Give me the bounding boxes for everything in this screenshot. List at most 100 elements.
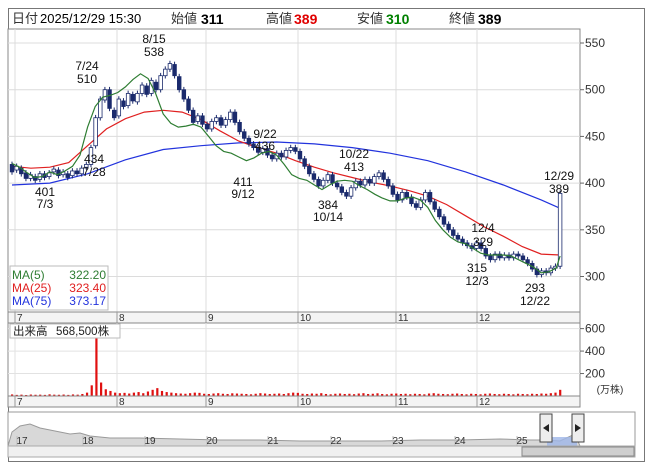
candle-body [330, 174, 335, 184]
candle-body [116, 98, 122, 117]
volume-bar [90, 385, 93, 396]
annotation-label: 12/4 [471, 221, 495, 235]
candle-body [321, 179, 326, 187]
volume-bar [156, 388, 159, 396]
candle-body [172, 64, 177, 77]
annotation-label: 12/29 [544, 169, 574, 183]
candle-body [432, 201, 437, 210]
volume-title: 出来高 [13, 324, 48, 338]
candle-body [167, 63, 173, 70]
candle-body [232, 111, 238, 123]
candle-body [446, 223, 451, 231]
candle-body [186, 98, 191, 111]
month-label: 11 [398, 313, 409, 324]
volume-bar [100, 382, 103, 396]
volume-bar [104, 389, 107, 396]
candle-body [130, 93, 135, 102]
candle-body [441, 216, 447, 225]
candle-body [316, 178, 321, 187]
volume-unit: (万株) [597, 383, 624, 396]
candle-body [334, 182, 340, 188]
range-navigator[interactable]: 17 18 19 20 21 22 23 24 25 [7, 411, 636, 458]
candle-body [195, 115, 200, 122]
candle-body [181, 89, 187, 100]
price-ytick-label: 300 [585, 270, 605, 284]
volume-bar [292, 392, 295, 396]
candle-body [451, 229, 456, 236]
month-label: 9 [208, 313, 214, 324]
navigator-right-handle[interactable] [571, 413, 585, 443]
annotation-label: 7/28 [82, 165, 106, 179]
annotation-label: 9/12 [231, 187, 255, 201]
volume-current: 568,500株 [56, 324, 110, 338]
candle-body [246, 137, 252, 145]
price-ytick-label: 550 [585, 36, 605, 50]
candle-body [488, 255, 493, 261]
candle-body [376, 172, 382, 177]
candle-body [135, 93, 140, 103]
annotation-label: 510 [77, 72, 97, 86]
candle-body [190, 109, 196, 123]
candle-body [520, 255, 526, 261]
candle-body [297, 150, 303, 160]
annotation-label: 10/14 [313, 210, 343, 224]
candle-body [9, 164, 15, 173]
candle-body [288, 147, 293, 151]
candle-body [372, 176, 377, 184]
candle-body [344, 192, 349, 197]
candle-body [70, 170, 75, 177]
month-label: 10 [300, 313, 312, 324]
candle-body [381, 172, 386, 180]
annotation-label: 12/3 [465, 274, 489, 288]
navigator-label: 18 [82, 436, 94, 447]
candle-body [390, 185, 396, 195]
volume-bar [146, 391, 150, 396]
annotation-label: 7/3 [37, 197, 54, 211]
volume-bar [114, 392, 117, 396]
scrollbar-thumb[interactable] [521, 446, 635, 457]
candle-body [348, 187, 354, 197]
candle-body [293, 147, 298, 152]
annotation-label: 434 [84, 152, 104, 166]
candle-body [279, 152, 284, 158]
navigator-label: 22 [330, 436, 342, 447]
candle-body [214, 117, 219, 122]
month-label: 8 [119, 313, 125, 324]
volume-bar [109, 390, 112, 396]
candle-body [404, 192, 410, 198]
candle-body [65, 173, 70, 178]
navigator-left-handle[interactable] [539, 413, 553, 443]
annotation-label: 538 [144, 45, 164, 59]
legend-name: MA(5) [12, 268, 45, 282]
candle-body [111, 109, 117, 119]
candle-body [107, 89, 112, 109]
candle-body [307, 165, 312, 175]
volume-ytick-label: 600 [585, 322, 605, 336]
candle-body [125, 93, 131, 106]
candle-body [163, 68, 168, 77]
candle-body [23, 172, 29, 179]
price-ytick-label: 400 [585, 176, 605, 190]
candle-body [386, 178, 391, 187]
month-label: 12 [479, 397, 491, 408]
candle-body [367, 178, 372, 184]
volume-ytick-label: 400 [585, 344, 605, 358]
month-axis-bar [7, 311, 581, 324]
navigator-label: 17 [16, 436, 28, 447]
candle-body [218, 117, 224, 126]
candle-body [242, 131, 247, 139]
candle-body [93, 117, 98, 147]
candle-body [269, 154, 275, 160]
candle-body [139, 84, 145, 94]
navigator-label: 23 [392, 436, 404, 447]
ma-legend: MA(5) 322.20 MA(25) 323.40 MA(75) 373.17 [9, 265, 109, 311]
month-label: 11 [398, 397, 409, 408]
legend-value: 373.17 [69, 294, 106, 308]
legend-name: MA(75) [12, 294, 51, 308]
volume-bar [559, 389, 562, 396]
candle-body [427, 192, 433, 203]
candle-body [228, 111, 233, 120]
candle-body [395, 193, 400, 201]
volume-bar [193, 392, 196, 396]
annotation-label: 329 [473, 235, 493, 249]
